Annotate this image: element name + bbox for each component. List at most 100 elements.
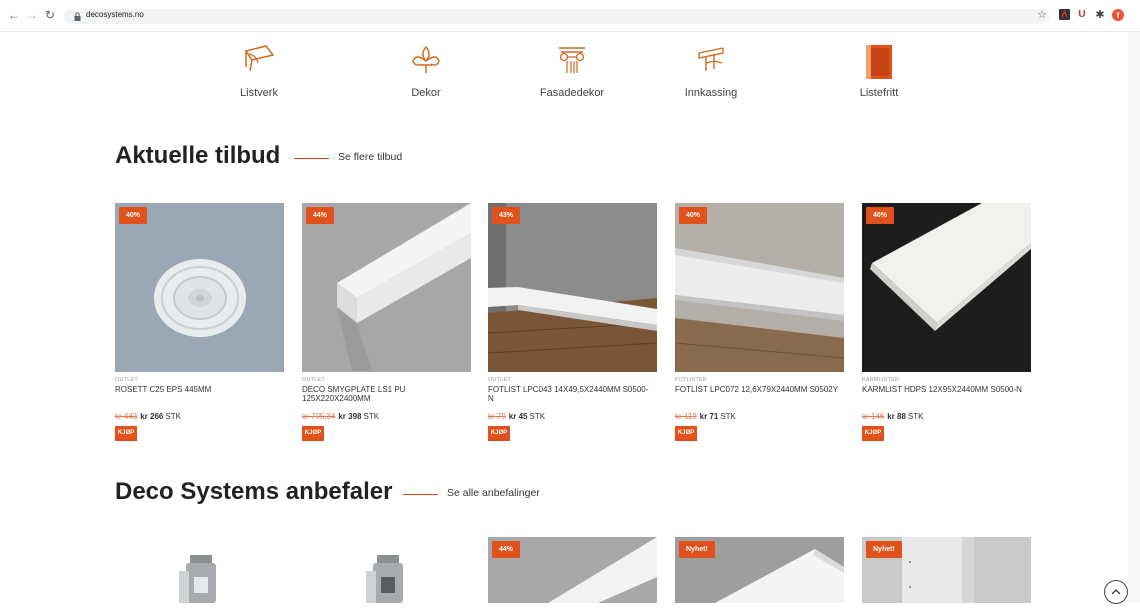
browser-toolbar: ← → ↻ decosystems.no ☆ U ✱ f <box>0 0 1140 32</box>
scroll-to-top-button[interactable] <box>1104 580 1128 604</box>
product-card[interactable]: 40% KARMLISTER KARMLIST HDPS 12X95X2440M… <box>862 203 1031 441</box>
see-all-recommendations-link[interactable]: Se alle anbefalinger <box>447 487 540 499</box>
buy-button[interactable]: KJØP <box>115 426 137 441</box>
reload-icon[interactable]: ↻ <box>44 9 56 21</box>
new-badge: Nyhet! <box>866 541 902 558</box>
crown-molding-icon <box>244 45 275 72</box>
category-listefritt[interactable]: Listefritt <box>824 43 934 99</box>
category-label: Listverk <box>240 87 278 99</box>
product-name[interactable]: ROSETT C25 EPS 445MM <box>115 385 280 412</box>
buy-button[interactable]: KJØP <box>862 426 884 441</box>
product-category: OUTLET <box>488 377 511 383</box>
back-arrow-icon[interactable]: ← <box>8 9 20 21</box>
boxing-icon <box>698 47 724 71</box>
category-label: Dekor <box>411 87 441 99</box>
product-name[interactable]: DECO SMYGPLATE LS1 PU 125X220X2400MM <box>302 385 467 412</box>
old-price: kr 146 <box>862 412 885 421</box>
new-price: kr 71 <box>699 412 719 421</box>
old-price: kr 443 <box>115 412 138 421</box>
see-more-offers-link[interactable]: Se flere tilbud <box>338 151 402 163</box>
product-card[interactable]: 44% <box>488 537 657 603</box>
door-panel-icon <box>866 45 892 79</box>
product-card[interactable]: 40% FOTLISTER FOTLIST LPC072 12,6X79X244… <box>675 203 844 441</box>
product-image[interactable]: 40% <box>862 203 1031 372</box>
recommend-heading: Deco Systems anbefaler <box>115 478 393 505</box>
product-image[interactable] <box>115 537 284 603</box>
product-card[interactable]: Nyhet! <box>675 537 844 603</box>
recommend-heading-divider <box>403 494 438 495</box>
product-image[interactable]: 40% <box>675 203 844 372</box>
ublock-extension-icon[interactable]: U <box>1076 9 1088 21</box>
product-image[interactable]: Nyhet! <box>675 537 844 603</box>
discount-badge: 43% <box>492 207 521 224</box>
discount-badge: 40% <box>679 207 708 224</box>
product-card[interactable]: Nyhet! <box>862 537 1031 603</box>
old-price: kr 79 <box>488 412 506 421</box>
new-badge: Nyhet! <box>679 541 715 558</box>
puzzle-extension-icon[interactable]: ✱ <box>1094 9 1106 21</box>
discount-badge: 40% <box>866 207 895 224</box>
price-unit: STK <box>529 412 546 421</box>
product-category: OUTLET <box>115 377 138 383</box>
product-card[interactable] <box>115 537 284 603</box>
category-label: Listefritt <box>859 87 899 99</box>
old-price: kr 705,34 <box>302 412 336 421</box>
chevron-up-icon <box>1111 589 1121 595</box>
product-image[interactable]: 44% <box>302 203 471 372</box>
category-dekor[interactable]: Dekor <box>371 43 481 99</box>
product-price: kr 146 kr 88 STK <box>862 412 1031 421</box>
fleur-de-lis-icon <box>412 45 440 73</box>
new-price: kr 45 <box>508 412 528 421</box>
new-price: kr 266 <box>140 412 164 421</box>
discount-badge: 44% <box>306 207 335 224</box>
discount-badge: 40% <box>119 207 148 224</box>
bookmark-star-icon[interactable]: ☆ <box>1036 9 1048 21</box>
product-category: FOTLISTER <box>675 377 708 383</box>
new-price: kr 88 <box>887 412 906 421</box>
category-innkassing[interactable]: Innkassing <box>656 43 766 99</box>
product-name[interactable]: FOTLIST LPC072 12,6X79X2440MM S0502Y <box>675 385 840 412</box>
product-card[interactable]: 43% OUTLET FOTLIST LPC043 14X49,5X2440MM… <box>488 203 657 441</box>
price-unit: STK <box>907 412 924 421</box>
product-name[interactable]: FOTLIST LPC043 14X49,5X2440MM S0500-N <box>488 385 653 412</box>
buy-button[interactable]: KJØP <box>488 426 510 441</box>
old-price: kr 119 <box>675 412 697 421</box>
profile-extension-icon[interactable]: f <box>1112 9 1124 21</box>
category-label: Innkassing <box>684 87 738 99</box>
url-text: decosystems.no <box>86 10 144 19</box>
product-price: kr 443 kr 266 STK <box>115 412 284 421</box>
address-bar[interactable]: decosystems.no <box>64 9 1049 24</box>
offers-heading-divider <box>294 158 329 159</box>
new-price: kr 398 <box>338 412 362 421</box>
product-image[interactable]: 44% <box>488 537 657 603</box>
page-scrollbar[interactable] <box>1128 32 1140 603</box>
price-unit: STK <box>363 412 380 421</box>
product-image[interactable]: Nyhet! <box>862 537 1031 603</box>
price-unit: STK <box>165 412 181 421</box>
product-image[interactable] <box>302 537 471 603</box>
product-price: kr 119 kr 71 STK <box>675 412 844 421</box>
product-name[interactable]: KARMLIST HDPS 12X95X2440MM S0500-N <box>862 385 1027 412</box>
buy-button[interactable]: KJØP <box>675 426 697 441</box>
svg-text:f: f <box>1117 11 1120 20</box>
pdf-extension-icon[interactable] <box>1058 9 1070 21</box>
forward-arrow-icon[interactable]: → <box>26 9 38 21</box>
category-fasadedekor[interactable]: Fasadedekor <box>517 43 627 99</box>
product-image[interactable]: 40% <box>115 203 284 372</box>
product-card[interactable] <box>302 537 471 603</box>
category-label: Fasadedekor <box>539 87 605 99</box>
product-price: kr 79 kr 45 STK <box>488 412 657 421</box>
product-card[interactable]: 44% OUTLET DECO SMYGPLATE LS1 PU 125X220… <box>302 203 471 441</box>
discount-badge: 44% <box>492 541 521 558</box>
offers-heading: Aktuelle tilbud <box>115 142 281 169</box>
price-unit: STK <box>720 412 736 421</box>
product-image[interactable]: 43% <box>488 203 657 372</box>
product-card[interactable]: 40% OUTLET ROSETT C25 EPS 445MM kr 443 kr… <box>115 203 284 441</box>
buy-button[interactable]: KJØP <box>302 426 324 441</box>
column-capital-icon <box>559 47 585 73</box>
product-category: KARMLISTER <box>862 377 900 383</box>
product-category: OUTLET <box>302 377 325 383</box>
lock-icon <box>74 12 81 21</box>
product-price: kr 705,34 kr 398 STK <box>302 412 471 421</box>
category-listverk[interactable]: Listverk <box>204 43 314 99</box>
